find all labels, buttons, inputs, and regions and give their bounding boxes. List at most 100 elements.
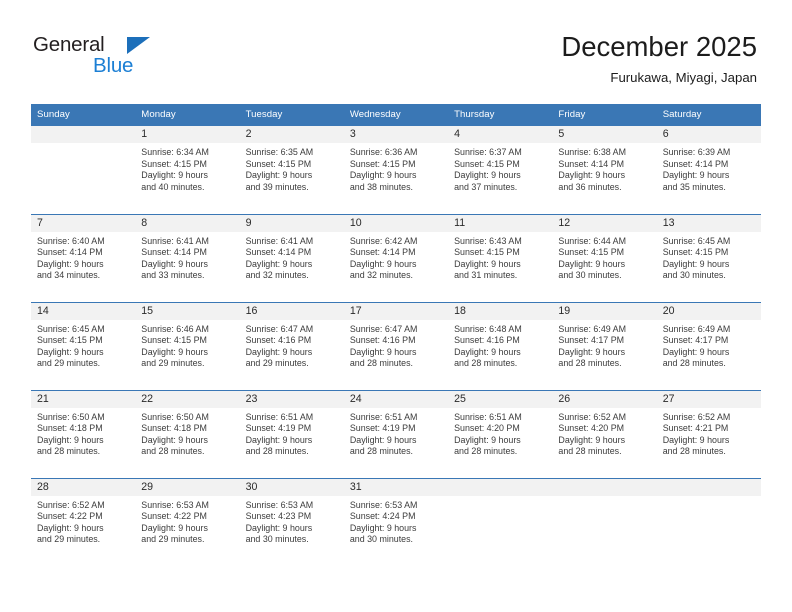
daylight-text-line2: and 28 minutes. [141,446,205,457]
daylight-text-line1: Daylight: 9 hours [454,434,521,445]
day-number: 28 [31,478,136,496]
calendar-day-cell[interactable]: 12 Sunrise: 6:44 AM Sunset: 4:15 PM Dayligh… [552,213,657,302]
day-cell-content [552,478,657,567]
calendar-day-cell[interactable]: 4 Sunrise: 6:37 AM Sunset: 4:15 PM Daylight… [448,126,553,214]
sunset-text: Sunset: 4:15 PM [662,247,729,258]
calendar-day-cell[interactable]: 31 Sunrise: 6:53 AM Sunset: 4:24 PM Dayligh… [343,477,449,566]
daylight-text-line2: and 28 minutes. [558,446,622,457]
calendar-day-cell[interactable]: 13 Sunrise: 6:45 AM Sunset: 4:15 PM Dayligh… [656,213,761,302]
sunrise-text: Sunrise: 6:46 AM [141,323,209,334]
calendar-day-cell[interactable]: 9 Sunrise: 6:41 AM Sunset: 4:14 PM Daylight… [239,213,344,302]
day-details: Sunrise: 6:45 AM Sunset: 4:15 PM Daylight:… [657,232,761,282]
calendar-day-cell[interactable]: 3 Sunrise: 6:36 AM Sunset: 4:15 PM Daylight… [343,126,449,214]
day-cell-content: 16 Sunrise: 6:47 AM Sunset: 4:16 PM Dayligh… [239,302,344,390]
daylight-text-line1: Daylight: 9 hours [454,258,521,269]
sunset-text: Sunset: 4:21 PM [662,423,729,434]
day-number: 30 [239,478,344,496]
daylight-text-line1: Daylight: 9 hours [662,258,730,269]
sunset-text: Sunset: 4:15 PM [37,335,103,346]
calendar-day-cell[interactable]: 19 Sunrise: 6:49 AM Sunset: 4:17 PM Dayligh… [552,301,657,390]
calendar-day-cell[interactable]: 16 Sunrise: 6:47 AM Sunset: 4:16 PM Dayligh… [239,301,344,390]
calendar-day-cell[interactable]: 14 Sunrise: 6:45 AM Sunset: 4:15 PM Dayligh… [31,301,136,390]
calendar-day-cell[interactable]: 26 Sunrise: 6:52 AM Sunset: 4:20 PM Dayligh… [552,389,657,478]
daylight-text-line2: and 28 minutes. [662,446,726,457]
calendar-day-cell[interactable]: 7 Sunrise: 6:40 AM Sunset: 4:14 PM Daylight… [31,213,136,302]
day-cell-content: 1 Sunrise: 6:34 AM Sunset: 4:15 PM Daylight… [135,126,240,214]
sunset-text: Sunset: 4:18 PM [141,423,207,434]
title-block: December 2025 Furukawa, Miyagi, Japan [561,30,757,88]
day-cell-content: 19 Sunrise: 6:49 AM Sunset: 4:17 PM Dayligh… [552,302,657,390]
calendar-day-cell[interactable]: 10 Sunrise: 6:42 AM Sunset: 4:14 PM Dayligh… [343,213,449,302]
day-number: 12 [552,214,657,232]
calendar-day-cell[interactable]: 17 Sunrise: 6:47 AM Sunset: 4:16 PM Dayligh… [343,301,449,390]
day-details: Sunrise: 6:53 AM Sunset: 4:22 PM Daylight:… [135,496,239,546]
calendar-day-cell[interactable]: 1 Sunrise: 6:34 AM Sunset: 4:15 PM Daylight… [135,126,240,214]
day-details: Sunrise: 6:47 AM Sunset: 4:16 PM Daylight:… [344,320,448,370]
calendar-day-cell[interactable]: 25 Sunrise: 6:51 AM Sunset: 4:20 PM Dayligh… [448,389,553,478]
sunset-text: Sunset: 4:15 PM [349,158,416,169]
day-cell-content: 29 Sunrise: 6:53 AM Sunset: 4:22 PM Dayligh… [135,478,240,567]
day-number: 25 [448,390,553,408]
calendar-day-cell[interactable]: 24 Sunrise: 6:51 AM Sunset: 4:19 PM Dayligh… [343,389,449,478]
sunset-text: Sunset: 4:17 PM [662,335,729,346]
day-number: 2 [239,126,344,143]
day-details: Sunrise: 6:40 AM Sunset: 4:14 PM Daylight:… [31,232,135,282]
calendar-day-cell[interactable]: 27 Sunrise: 6:52 AM Sunset: 4:21 PM Dayligh… [656,389,761,478]
day-details: Sunrise: 6:46 AM Sunset: 4:15 PM Daylight:… [135,320,239,370]
day-details: Sunrise: 6:41 AM Sunset: 4:14 PM Daylight:… [240,232,344,282]
sunrise-text: Sunrise: 6:52 AM [662,411,731,422]
calendar-day-cell[interactable]: 30 Sunrise: 6:53 AM Sunset: 4:23 PM Dayligh… [239,477,344,566]
sunset-text: Sunset: 4:17 PM [558,335,625,346]
daylight-text-line2: and 29 minutes. [245,358,309,369]
daylight-text-line1: Daylight: 9 hours [349,346,417,357]
calendar-day-cell[interactable]: 11 Sunrise: 6:43 AM Sunset: 4:15 PM Dayligh… [448,213,553,302]
sunset-text: Sunset: 4:14 PM [245,247,312,258]
day-number: 13 [656,214,761,232]
daylight-text-line2: and 38 minutes. [349,181,413,192]
sunset-text: Sunset: 4:22 PM [141,511,207,522]
calendar-day-cell[interactable]: 8 Sunrise: 6:41 AM Sunset: 4:14 PM Daylight… [135,213,240,302]
calendar-day-cell[interactable]: 6 Sunrise: 6:39 AM Sunset: 4:14 PM Daylight… [656,126,761,214]
day-number: 14 [31,302,136,320]
sunset-text: Sunset: 4:14 PM [662,158,729,169]
sunset-text: Sunset: 4:15 PM [454,158,520,169]
day-cell-content: 3 Sunrise: 6:36 AM Sunset: 4:15 PM Daylight… [343,126,449,214]
day-number: 9 [239,214,344,232]
day-number: 19 [552,302,657,320]
day-details: Sunrise: 6:44 AM Sunset: 4:15 PM Daylight:… [552,232,656,282]
calendar-day-cell[interactable]: 21 Sunrise: 6:50 AM Sunset: 4:18 PM Dayligh… [31,389,136,478]
day-cell-content: 25 Sunrise: 6:51 AM Sunset: 4:20 PM Dayligh… [448,390,553,478]
day-number: 6 [656,126,761,143]
calendar-day-cell[interactable]: 28 Sunrise: 6:52 AM Sunset: 4:22 PM Dayligh… [31,477,136,566]
calendar-day-cell[interactable]: 15 Sunrise: 6:46 AM Sunset: 4:15 PM Dayligh… [135,301,240,390]
day-number: 27 [656,390,761,408]
daylight-text-line1: Daylight: 9 hours [37,522,104,533]
calendar-day-cell[interactable]: 18 Sunrise: 6:48 AM Sunset: 4:16 PM Dayligh… [448,301,553,390]
sunrise-text: Sunrise: 6:45 AM [662,235,731,246]
day-number: 31 [343,478,449,496]
calendar-day-cell[interactable]: 23 Sunrise: 6:51 AM Sunset: 4:19 PM Dayligh… [239,389,344,478]
daylight-text-line1: Daylight: 9 hours [349,258,417,269]
calendar-day-cell[interactable]: 29 Sunrise: 6:53 AM Sunset: 4:22 PM Dayligh… [135,477,240,567]
daylight-text-line1: Daylight: 9 hours [662,434,730,445]
sunrise-text: Sunrise: 6:41 AM [141,235,209,246]
sunset-text: Sunset: 4:16 PM [454,335,520,346]
calendar-day-cell[interactable]: 22 Sunrise: 6:50 AM Sunset: 4:18 PM Dayligh… [135,389,240,478]
day-cell-content: 8 Sunrise: 6:41 AM Sunset: 4:14 PM Daylight… [135,214,240,302]
day-number [31,126,136,143]
calendar-grid: Sunday Monday Tuesday Wednesday Thursday… [31,104,761,566]
weekday-header-row: Sunday Monday Tuesday Wednesday Thursday… [31,104,761,126]
daylight-text-line2: and 30 minutes. [558,270,622,281]
day-cell-content: 9 Sunrise: 6:41 AM Sunset: 4:14 PM Daylight… [239,214,344,302]
calendar-day-cell[interactable]: 2 Sunrise: 6:35 AM Sunset: 4:15 PM Daylight… [239,126,344,214]
sunrise-text: Sunrise: 6:43 AM [454,235,522,246]
sunset-text: Sunset: 4:20 PM [558,423,625,434]
day-cell-content: 2 Sunrise: 6:35 AM Sunset: 4:15 PM Daylight… [239,126,344,214]
daylight-text-line2: and 29 minutes. [37,534,101,545]
day-details: Sunrise: 6:47 AM Sunset: 4:16 PM Daylight:… [240,320,344,370]
page-subtitle-location: Furukawa, Miyagi, Japan [610,70,757,85]
calendar-day-cell[interactable]: 20 Sunrise: 6:49 AM Sunset: 4:17 PM Dayligh… [656,301,761,390]
daylight-text-line2: and 29 minutes. [141,534,205,545]
sunset-text: Sunset: 4:15 PM [558,247,625,258]
calendar-day-cell[interactable]: 5 Sunrise: 6:38 AM Sunset: 4:14 PM Daylight… [552,126,657,214]
